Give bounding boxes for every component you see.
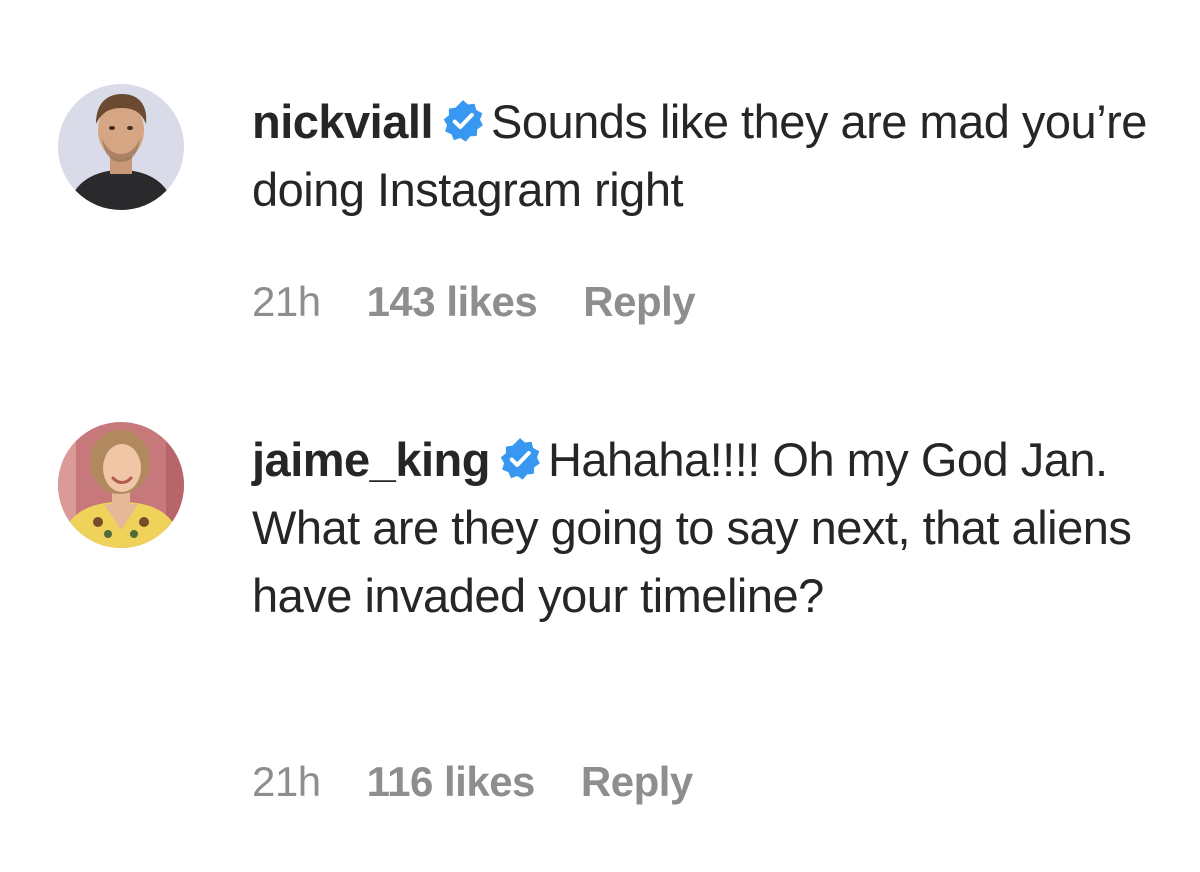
comment-username[interactable]: nickviall xyxy=(252,95,434,148)
avatar-image xyxy=(58,422,184,548)
avatar[interactable] xyxy=(58,84,184,210)
reply-button[interactable]: Reply xyxy=(581,758,693,806)
comment-time[interactable]: 21h xyxy=(252,278,321,326)
comment-body: jaime_king Hahaha!!!! Oh my God Jan. Wha… xyxy=(252,426,1152,630)
verified-badge-icon xyxy=(500,438,540,480)
comment-username[interactable]: jaime_king xyxy=(252,433,490,486)
likes-count[interactable]: 143 likes xyxy=(367,278,538,326)
comment-time[interactable]: 21h xyxy=(252,758,321,806)
comment-body: nickviall Sounds like they are mad you’r… xyxy=(252,88,1152,224)
avatar-image xyxy=(58,84,184,210)
comment-meta: 21h 143 likes Reply xyxy=(252,278,741,326)
verified-badge-icon xyxy=(443,100,483,142)
avatar[interactable] xyxy=(58,422,184,548)
comment-meta: 21h 116 likes Reply xyxy=(252,758,739,806)
reply-button[interactable]: Reply xyxy=(583,278,695,326)
likes-count[interactable]: 116 likes xyxy=(367,758,536,806)
